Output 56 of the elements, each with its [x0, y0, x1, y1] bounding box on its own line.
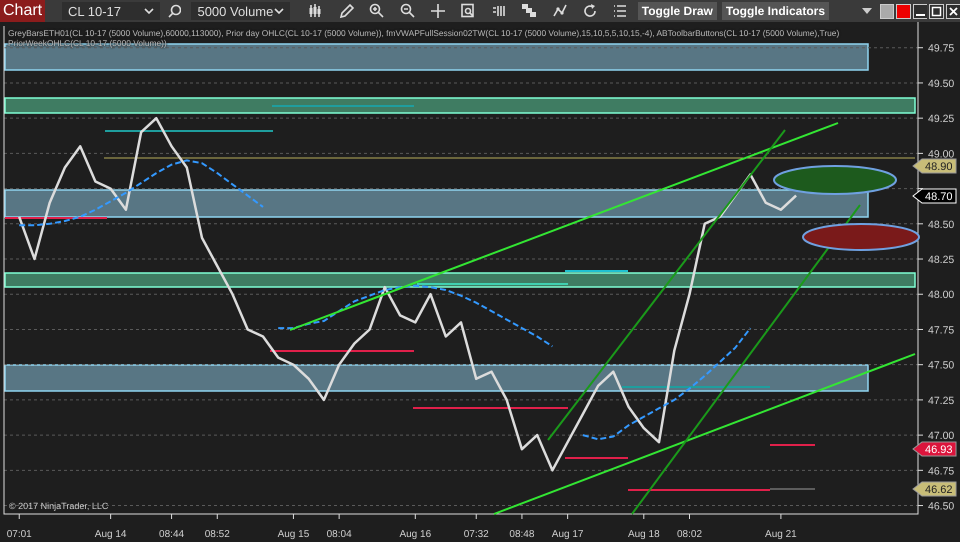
time-axis-label: 07:01 — [6, 529, 32, 540]
price-axis-label: 47.75 — [928, 324, 954, 336]
indicator-label: GreyBarsETH01(CL 10-17 (5000 Volume),60000,113000), Prior day OHLC(CL 10-17 (5000 Volume)), fmVWAPFullSession02TW(CL 10-17 (5000 Volume),15,10,5,5,10,15,-4), ABToolbarButtons(CL 10-17 (5000 Volume),True) — [8, 29, 840, 38]
crosshair-icon[interactable] — [430, 3, 446, 19]
price-axis-label: 49.75 — [928, 42, 954, 55]
price-axis-label: 46.50 — [928, 500, 954, 513]
time-axis-label: 08:02 — [676, 529, 702, 540]
maximize-icon[interactable] — [929, 4, 944, 18]
zoom-in-icon[interactable] — [369, 3, 385, 19]
price-axis-label: 48.00 — [928, 289, 954, 302]
price-marker: 46.62 — [912, 482, 956, 496]
time-axis-label: Aug 14 — [94, 529, 126, 540]
caret-icon[interactable] — [862, 8, 872, 14]
refresh-icon[interactable] — [582, 3, 598, 19]
time-axis-label: 08:04 — [326, 529, 352, 540]
price-marker: 48.90 — [912, 158, 956, 174]
price-axis-label: 47.25 — [928, 394, 954, 407]
price-marker: 48.70 — [912, 188, 956, 204]
price-marker: 46.93 — [912, 442, 956, 456]
document-search-icon[interactable] — [460, 3, 476, 19]
time-axis-label: Aug 15 — [278, 529, 310, 540]
stacked-squares-icon[interactable] — [521, 3, 537, 19]
price-axis-label: 47.00 — [928, 430, 954, 442]
search-icon[interactable] — [168, 4, 182, 18]
pencil-icon[interactable] — [338, 3, 354, 19]
time-axis-label: Aug 21 — [765, 529, 797, 540]
zoom-out-icon[interactable] — [400, 3, 416, 19]
time-axis-label: 08:52 — [204, 529, 230, 540]
color-swatch[interactable] — [880, 4, 894, 18]
time-axis-label: Aug 18 — [628, 529, 660, 540]
time-axis-label: 07:32 — [464, 529, 489, 540]
toggle-draw-button[interactable]: Toggle Draw — [638, 2, 717, 20]
columns-icon[interactable] — [490, 3, 506, 19]
price-axis-label: 47.50 — [928, 360, 954, 372]
time-axis-label: Aug 16 — [399, 529, 432, 540]
color-swatch[interactable] — [896, 4, 911, 18]
price-axis-label: 49.00 — [928, 148, 954, 160]
price-axis-label: 49.50 — [928, 78, 954, 90]
price-axis-label: 48.50 — [928, 218, 954, 231]
chart-tab[interactable]: Chart — [0, 0, 45, 22]
price-axis-label: 46.75 — [928, 465, 954, 478]
time-axis-label: Aug 17 — [552, 529, 584, 540]
list-icon[interactable] — [612, 3, 628, 19]
caret-icon[interactable] — [144, 8, 154, 14]
price-axis-label: 48.25 — [928, 254, 954, 266]
line-nodes-icon[interactable] — [552, 3, 567, 19]
close-icon[interactable] — [946, 4, 960, 18]
toggle-indicators-button[interactable]: Toggle Indicators — [722, 2, 830, 20]
copyright-text: © 2017 NinjaTrader, LLC — [9, 501, 108, 511]
interval-dropdown[interactable]: 5000 Volume — [191, 2, 290, 20]
instrument-dropdown[interactable]: CL 10-17 — [62, 2, 160, 20]
caret-icon[interactable] — [274, 8, 284, 14]
time-axis-label: 08:44 — [159, 529, 184, 540]
time-axis-label: 08:48 — [509, 529, 534, 540]
price-axis-label: 49.25 — [928, 113, 954, 126]
minimize-icon[interactable] — [912, 4, 928, 18]
